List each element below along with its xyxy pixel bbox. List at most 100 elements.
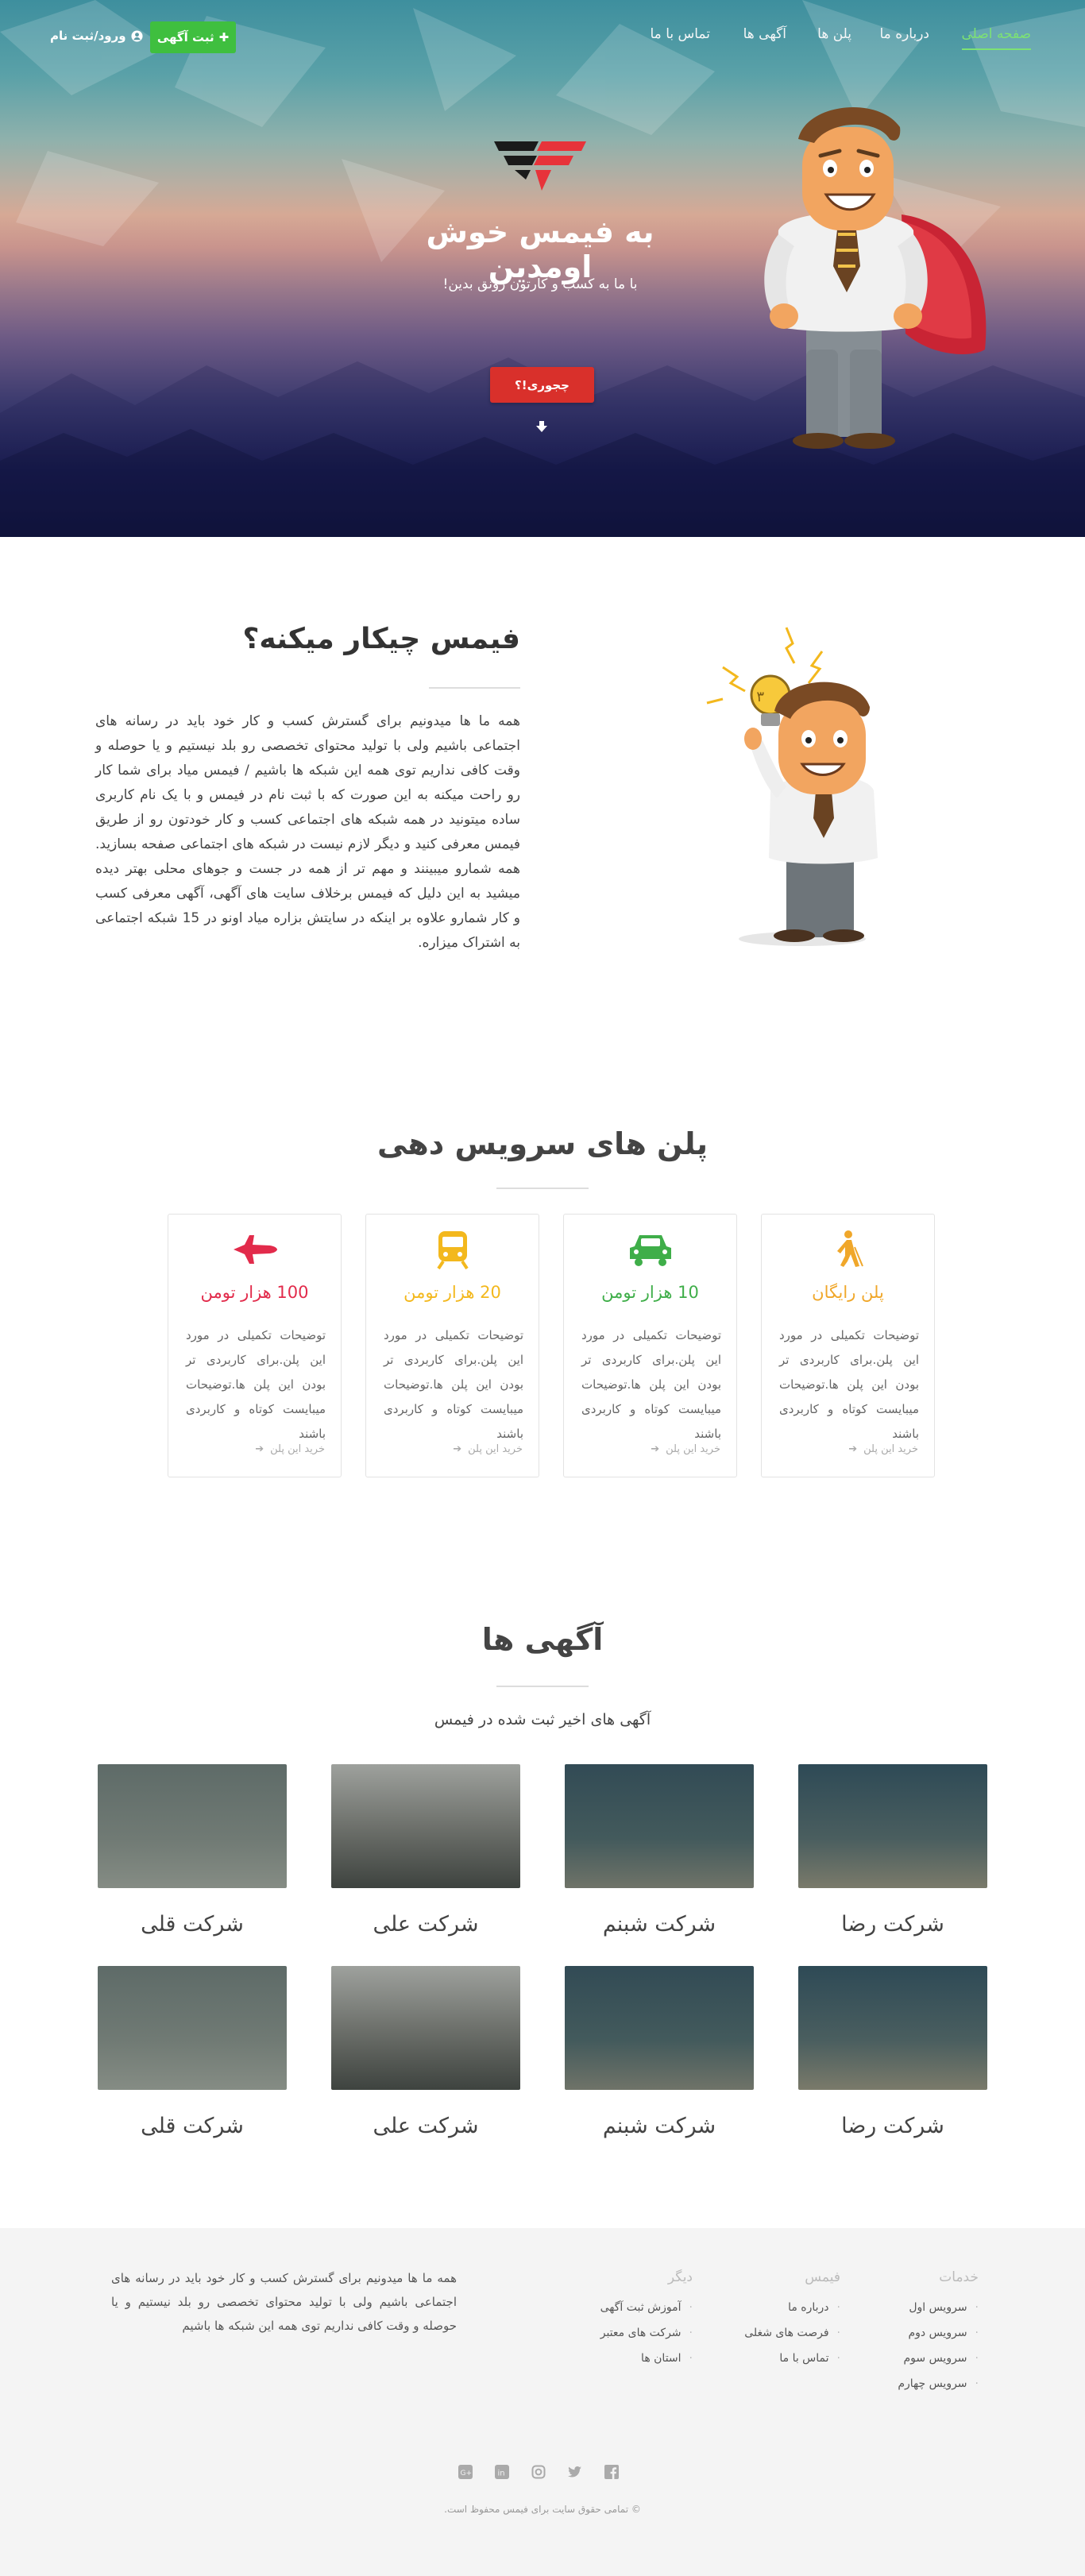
ad-thumbnail[interactable] (98, 1764, 287, 1888)
ad-thumbnail[interactable] (798, 1966, 987, 2090)
twitter-icon[interactable] (567, 2464, 583, 2480)
google-plus-icon[interactable]: G+ (458, 2464, 473, 2480)
arrow-left-icon: ➔ (255, 1443, 264, 1455)
nav-plans[interactable]: پلن ها (817, 26, 851, 42)
hero-subtitle: با ما به کسب و کارتون رونق بدین! (442, 276, 638, 292)
ad-card[interactable]: شرکت رضا (798, 1966, 987, 2138)
jet-icon (233, 1235, 277, 1264)
arrow-left-icon: ➔ (848, 1443, 858, 1455)
footer-link[interactable]: · شرکت های معتبر (600, 2327, 693, 2339)
footer-column-services: خدمات · سرویس اول · سرویس دوم · سرویس سوم ·… (898, 2269, 979, 2403)
buy-plan-label: خرید این پلن (863, 1443, 918, 1455)
ads-divider (496, 1686, 589, 1687)
footer-heading: دیگر (667, 2269, 693, 2285)
ad-company-name[interactable]: شرکت شبنم (565, 2114, 754, 2138)
ad-company-name[interactable]: شرکت رضا (798, 2114, 987, 2138)
about-title: فیمس چیکار میکنه؟ (242, 623, 520, 655)
plan-description: توضیحات تکمیلی در مورد این پلن.برای کارب… (581, 1328, 721, 1441)
ad-card[interactable]: شرکت قلی (98, 1966, 287, 2138)
footer-heading: خدمات (939, 2269, 979, 2285)
ad-card[interactable]: شرکت رضا (798, 1764, 987, 1937)
post-ad-button[interactable]: ✚ ثبت آگهی (150, 21, 236, 53)
buy-plan-label: خرید این پلن (270, 1443, 325, 1455)
ads-subtitle: آگهی های اخیر ثبت شده در فیمس (434, 1711, 651, 1728)
ad-company-name[interactable]: شرکت شبنم (565, 1912, 754, 1937)
plans-title: پلن های سرویس دهی (376, 1126, 708, 1161)
ad-company-name[interactable]: شرکت علی (331, 2114, 520, 2138)
footer-heading: فیمس (805, 2269, 840, 2285)
ad-thumbnail[interactable] (798, 1764, 987, 1888)
ad-company-name[interactable]: شرکت رضا (798, 1912, 987, 1937)
footer-link[interactable]: · سرویس سوم (898, 2352, 979, 2365)
footer-link[interactable]: · درباره ما (744, 2301, 840, 2314)
login-label: ورود/ثبت نام (50, 29, 126, 43)
hero-title: به فیمس خوش اومدین (426, 214, 654, 284)
footer-link[interactable]: · استان ها (600, 2352, 693, 2365)
ad-thumbnail[interactable] (565, 1966, 754, 2090)
plan-description: توضیحات تکمیلی در مورد این پلن.برای کارب… (779, 1328, 919, 1441)
plan-description: توضیحات تکمیلی در مورد این پلن.برای کارب… (384, 1328, 523, 1441)
ad-card[interactable]: شرکت علی (331, 1764, 520, 1937)
ad-card[interactable]: شرکت شبنم (565, 1966, 754, 2138)
arrow-down-icon[interactable] (534, 419, 550, 434)
post-ad-label: ثبت آگهی (156, 30, 214, 44)
ad-thumbnail[interactable] (331, 1966, 520, 2090)
ad-company-name[interactable]: شرکت قلی (98, 1912, 287, 1937)
login-link[interactable]: ورود/ثبت نام (50, 29, 143, 43)
about-divider (429, 687, 520, 689)
plan-name: 100 هزار تومن (200, 1283, 309, 1302)
nav-home[interactable]: صفحه اصلی (961, 26, 1031, 50)
ad-company-name[interactable]: شرکت علی (331, 1912, 520, 1937)
ad-card[interactable]: شرکت شبنم (565, 1764, 754, 1937)
buy-plan-link[interactable]: ➔ خرید این پلن (775, 1443, 918, 1455)
nav-about[interactable]: درباره ما (880, 26, 930, 42)
svg-text:in: in (498, 2470, 505, 2478)
buy-plan-link[interactable]: ➔ خرید این پلن (577, 1443, 720, 1455)
footer-link[interactable]: · تماس با ما (744, 2352, 840, 2365)
plus-icon: ✚ (218, 30, 230, 44)
ad-thumbnail[interactable] (565, 1764, 754, 1888)
nav-ads[interactable]: آگهی ها (743, 26, 786, 42)
superhero-character-illustration (764, 106, 987, 449)
footer-link[interactable]: · سرویس دوم (898, 2327, 979, 2339)
how-button[interactable]: چجوری!؟ (490, 367, 594, 403)
idea-character-illustration: ٣ (706, 627, 878, 946)
plan-card-20k: 20 هزار تومن توضیحات تکمیلی در مورد این … (365, 1214, 539, 1477)
footer-about-text: همه ما ها میدونیم برای گسترش کسب و کار خ… (111, 2271, 457, 2333)
ads-title: آگهی ها (481, 1622, 604, 1657)
ad-thumbnail[interactable] (98, 1966, 287, 2090)
copyright-text: © تمامی حقوق سایت برای فیمس محفوظ است. (444, 2504, 641, 2515)
hero-section: صفحه اصلی درباره ما پلن ها آگهی ها تماس … (0, 0, 1085, 537)
svg-text:G+: G+ (461, 2470, 473, 2478)
car-icon (629, 1235, 671, 1266)
top-navbar: صفحه اصلی درباره ما پلن ها آگهی ها تماس … (0, 0, 1085, 70)
footer-link[interactable]: · سرویس اول (898, 2301, 979, 2314)
buy-plan-link[interactable]: ➔ خرید این پلن (182, 1443, 325, 1455)
linkedin-icon[interactable]: in (494, 2464, 510, 2480)
ad-thumbnail[interactable] (331, 1764, 520, 1888)
ad-company-name[interactable]: شرکت قلی (98, 2114, 287, 2138)
about-text: همه ما ها میدونیم برای گسترش کسب و کار خ… (95, 713, 520, 951)
plan-name: پلن رایگان (812, 1283, 884, 1302)
plan-name: 20 هزار تومن (403, 1283, 501, 1302)
buy-plan-label: خرید این پلن (666, 1443, 720, 1455)
svg-text:٣: ٣ (756, 689, 764, 705)
plan-card-100k: 100 هزار تومن توضیحات تکمیلی در مورد این… (168, 1214, 342, 1477)
instagram-icon[interactable] (531, 2464, 546, 2480)
footer-link[interactable]: · سرویس چهارم (898, 2377, 979, 2390)
ad-card[interactable]: شرکت قلی (98, 1764, 287, 1937)
footer-link[interactable]: · آموزش ثبت آگهی (600, 2301, 693, 2314)
arrow-left-icon: ➔ (651, 1443, 660, 1455)
nav-contact[interactable]: تماس با ما (651, 26, 711, 42)
plans-divider (496, 1188, 589, 1189)
facebook-icon[interactable] (604, 2464, 620, 2480)
footer-link[interactable]: · فرصت های شغلی (744, 2327, 840, 2339)
train-icon (436, 1231, 469, 1269)
buy-plan-label: خرید این پلن (468, 1443, 523, 1455)
user-icon (131, 29, 143, 42)
arrow-left-icon: ➔ (453, 1443, 462, 1455)
plan-card-10k: 10 هزار تومن توضیحات تکمیلی در مورد این … (563, 1214, 737, 1477)
buy-plan-link[interactable]: ➔ خرید این پلن (380, 1443, 523, 1455)
plan-description: توضیحات تکمیلی در مورد این پلن.برای کارب… (186, 1328, 326, 1441)
ad-card[interactable]: شرکت علی (331, 1966, 520, 2138)
